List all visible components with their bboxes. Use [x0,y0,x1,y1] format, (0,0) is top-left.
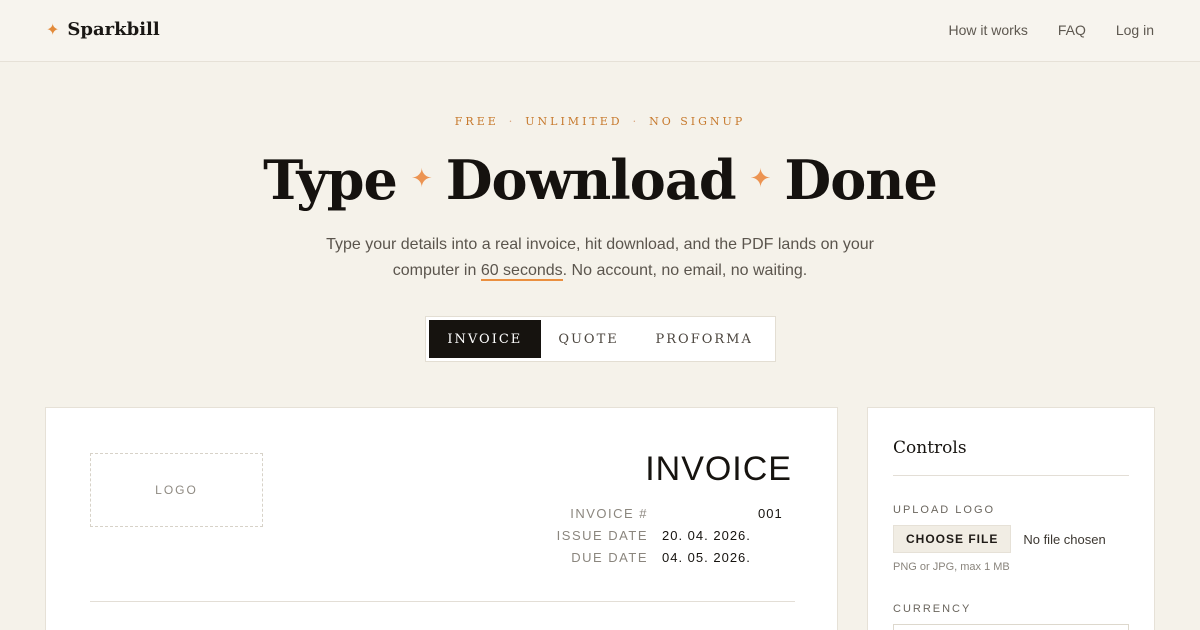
eyebrow-no-signup: NO SIGNUP [649,115,746,128]
top-navigation-bar: ✦ Sparkbill How it works FAQ Log in [0,0,1200,62]
controls-title: Controls [893,438,967,458]
hero-headline: Type ✦ Download ✦ Done [0,146,1200,213]
file-status: No file chosen [1023,531,1106,547]
issue-date-label: ISSUE DATE [556,527,648,543]
tab-invoice[interactable]: INVOICE [429,320,541,358]
sparkle-icon: ✦ [410,164,433,194]
nav-log-in[interactable]: Log in [1116,21,1154,39]
invoice-editor: LOGO INVOICE INVOICE # 001 ISSUE DATE 20… [45,407,838,630]
tab-quote[interactable]: QUOTE [541,320,637,358]
upload-logo-label: UPLOAD LOGO [893,504,996,516]
nav-faq[interactable]: FAQ [1058,21,1086,39]
brand-logo[interactable]: ✦ Sparkbill [46,19,160,41]
sparkle-icon: ✦ [749,164,772,194]
invoice-meta: INVOICE # 001 ISSUE DATE 20. 04. 2026. D… [526,502,806,568]
hero-subtext: Type your details into a real invoice, h… [300,232,900,284]
headline-word-done: Done [784,148,937,212]
brand-name: Sparkbill [67,19,160,40]
currency-select[interactable] [893,624,1129,630]
eyebrow-separator: · [508,115,516,128]
due-date-row: DUE DATE 04. 05. 2026. [526,546,806,568]
due-date-label: DUE DATE [571,549,648,565]
sparkle-icon: ✦ [46,20,60,39]
issue-date-row: ISSUE DATE 20. 04. 2026. [526,524,806,546]
file-upload-row: CHOOSE FILE No file chosen [893,525,1106,553]
invoice-title[interactable]: INVOICE [645,450,792,489]
currency-label: CURRENCY [893,603,972,615]
tab-proforma[interactable]: PROFORMA [636,320,772,358]
controls-panel: Controls UPLOAD LOGO CHOOSE FILE No file… [867,407,1155,630]
main-nav: How it works FAQ Log in [948,21,1154,39]
headline-word-download: Download [445,148,737,212]
hero-eyebrow: FREE · UNLIMITED · NO SIGNUP [0,115,1200,128]
document-type-tabs: INVOICE QUOTE PROFORMA [425,316,776,362]
controls-divider [893,475,1129,476]
eyebrow-unlimited: UNLIMITED [525,115,623,128]
invoice-number-field[interactable]: 001 [758,506,783,521]
eyebrow-separator: · [632,115,640,128]
invoice-number-row: INVOICE # 001 [526,502,806,524]
eyebrow-free: FREE [454,115,499,128]
subtext-after: . No account, no email, no waiting. [562,262,808,279]
headline-word-type: Type [263,148,398,212]
invoice-number-label: INVOICE # [570,505,648,521]
due-date-field[interactable]: 04. 05. 2026. [662,550,751,565]
logo-dropzone[interactable]: LOGO [90,453,263,527]
nav-how-it-works[interactable]: How it works [948,21,1027,39]
subtext-highlight: 60 seconds [480,262,563,281]
upload-hint: PNG or JPG, max 1 MB [893,561,1010,573]
choose-file-button[interactable]: CHOOSE FILE [893,525,1012,553]
card-divider [90,601,795,602]
issue-date-field[interactable]: 20. 04. 2026. [662,528,751,543]
